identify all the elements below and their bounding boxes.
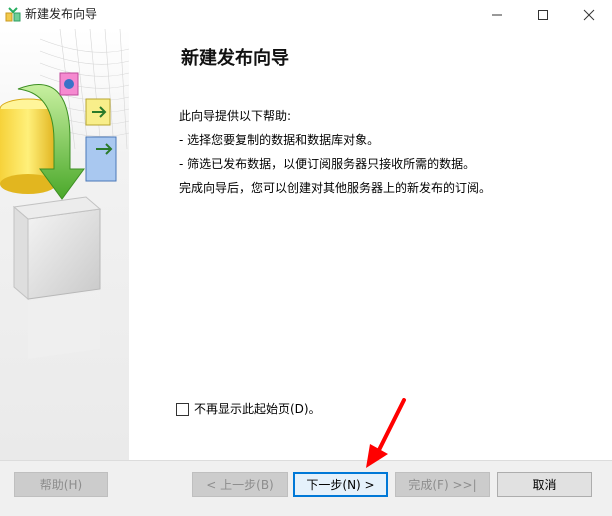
description-line: 完成向导后，您可以创建对其他服务器上的新发布的订阅。	[179, 181, 492, 195]
button-bar: 帮助(H) < 上一步(B) 下一步(N) > 完成(F) >>| 取消	[0, 460, 612, 516]
window-title: 新建发布向导	[25, 7, 98, 21]
help-button[interactable]: 帮助(H)	[14, 472, 108, 497]
description-line: - 选择您要复制的数据和数据库对象。	[179, 133, 380, 147]
description: 此向导提供以下帮助: - 选择您要复制的数据和数据库对象。 - 筛选已发布数据，…	[179, 109, 599, 205]
finish-button[interactable]: 完成(F) >>|	[395, 472, 490, 497]
maximize-icon	[538, 9, 548, 20]
maximize-button[interactable]	[520, 0, 566, 29]
wizard-content: 新建发布向导 此向导提供以下帮助: - 选择您要复制的数据和数据库对象。 - 筛…	[129, 29, 612, 460]
next-button[interactable]: 下一步(N) >	[293, 472, 388, 497]
dont-show-again-label[interactable]: 不再显示此起始页(D)。	[194, 402, 321, 416]
minimize-icon	[492, 14, 502, 15]
dont-show-again-option[interactable]: 不再显示此起始页(D)。	[176, 402, 321, 416]
close-button[interactable]	[566, 0, 612, 29]
app-icon	[5, 7, 21, 22]
close-icon	[583, 9, 595, 20]
previous-button[interactable]: < 上一步(B)	[192, 472, 288, 497]
cancel-button[interactable]: 取消	[497, 472, 592, 497]
dont-show-again-checkbox[interactable]	[176, 402, 189, 416]
title-bar: 新建发布向导	[0, 0, 612, 29]
page-title: 新建发布向导	[181, 48, 289, 69]
minimize-button[interactable]	[474, 0, 520, 29]
wizard-side-panel	[0, 29, 129, 460]
description-line: 此向导提供以下帮助:	[179, 109, 292, 123]
wizard-illustration	[0, 29, 129, 359]
description-line: - 筛选已发布数据，以便订阅服务器只接收所需的数据。	[179, 157, 476, 171]
